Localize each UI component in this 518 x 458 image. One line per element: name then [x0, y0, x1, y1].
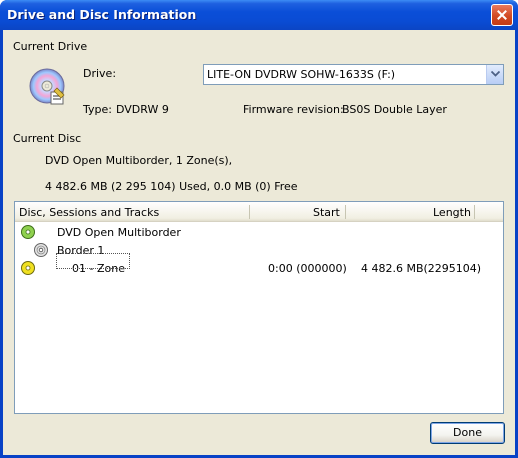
type-value: DVDRW 9	[116, 103, 169, 116]
drive-select[interactable]: LITE-ON DVDRW SOHW-1633S (F:)	[203, 64, 504, 85]
window-title: Drive and Disc Information	[7, 7, 197, 22]
track-length: 4 482.6 MB(2295104)	[361, 262, 482, 275]
drive-select-value: LITE-ON DVDRW SOHW-1633S (F:)	[207, 68, 396, 81]
done-button[interactable]: Done	[430, 422, 505, 444]
close-button[interactable]	[491, 4, 513, 26]
track-disc-icon	[21, 261, 35, 275]
disc-usage: 4 482.6 MB (2 295 104) Used, 0.0 MB (0) …	[45, 180, 298, 193]
dialog-window: Drive and Disc Information Current Drive	[0, 0, 518, 458]
dvd-disc-icon	[21, 225, 35, 239]
column-header-length[interactable]: Length	[433, 206, 471, 219]
dialog-client-area: Current Drive Drive: LITE-ON DVDRW SOHW-…	[3, 30, 515, 455]
cd-drive-icon	[29, 68, 65, 105]
tracks-list[interactable]: Disc, Sessions and Tracks Start Length D…	[14, 201, 504, 414]
disc-description: DVD Open Multiborder, 1 Zone(s),	[45, 154, 233, 167]
dropdown-button[interactable]	[486, 65, 503, 84]
title-bar[interactable]: Drive and Disc Information	[0, 0, 518, 30]
chevron-down-icon	[491, 71, 500, 77]
firmware-label: Firmware revision:	[243, 103, 344, 116]
firmware-value: BS0S Double Layer	[342, 103, 447, 116]
column-separator[interactable]	[249, 205, 250, 219]
column-separator[interactable]	[345, 205, 346, 219]
column-header-start[interactable]: Start	[313, 206, 340, 219]
column-header-tracks[interactable]: Disc, Sessions and Tracks	[19, 206, 159, 219]
tracks-list-header: Disc, Sessions and Tracks Start Length	[15, 202, 503, 222]
track-name: DVD Open Multiborder	[57, 226, 181, 239]
track-start: 0:00 (000000)	[268, 262, 347, 275]
session-disc-icon	[34, 243, 48, 257]
type-label: Type:	[83, 103, 112, 116]
current-disc-heading: Current Disc	[13, 132, 82, 145]
focus-rectangle	[56, 253, 130, 269]
drive-label: Drive:	[83, 67, 117, 80]
current-drive-heading: Current Drive	[13, 40, 88, 53]
column-separator[interactable]	[474, 205, 475, 219]
list-item[interactable]: DVD Open Multiborder	[15, 223, 503, 241]
